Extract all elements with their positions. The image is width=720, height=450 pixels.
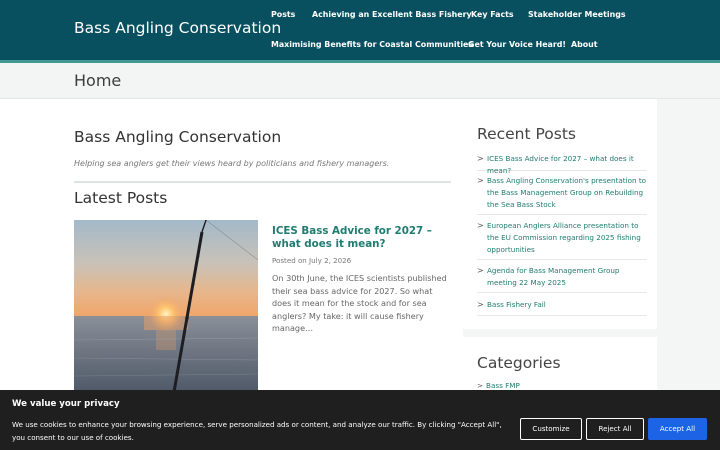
nav-stakeholder-meetings[interactable]: Stakeholder Meetings — [528, 10, 626, 19]
recent-post-item[interactable]: > Agenda for Bass Management Group meeti… — [477, 265, 647, 293]
nav-key-facts[interactable]: Key Facts — [471, 10, 514, 19]
cookie-consent-banner: We value your privacy We use cookies to … — [0, 390, 720, 450]
category-item[interactable]: > Bass FMP — [477, 381, 520, 390]
chevron-right-icon: > — [477, 266, 484, 275]
cookie-text: We use cookies to enhance your browsing … — [12, 420, 502, 442]
tagline: Helping sea anglers get their views hear… — [74, 159, 390, 168]
nav-coastal-communities[interactable]: Maximising Benefits for Coastal Communit… — [271, 40, 473, 49]
divider — [74, 181, 451, 183]
categories-title: Categories — [477, 354, 561, 372]
post-title[interactable]: ICES Bass Advice for 2027 – what does it… — [272, 225, 452, 251]
customize-button[interactable]: Customize — [520, 418, 582, 440]
page-title: Home — [74, 71, 122, 90]
site-title[interactable]: Bass Angling Conservation — [74, 19, 281, 37]
blog-title: Bass Angling Conservation — [74, 128, 282, 146]
latest-posts-heading: Latest Posts — [74, 189, 168, 207]
chevron-right-icon: > — [477, 176, 484, 185]
chevron-right-icon: > — [477, 221, 484, 230]
recent-post-item[interactable]: > ICES Bass Advice for 2027 – what does … — [477, 153, 647, 175]
recent-post-item[interactable]: > Bass Angling Conservation's presentati… — [477, 175, 647, 215]
chevron-right-icon: > — [477, 300, 484, 309]
sunset-fishing-rod-image — [74, 220, 258, 392]
nav-posts[interactable]: Posts — [271, 10, 295, 19]
cookie-title: We value your privacy — [12, 399, 120, 409]
accept-all-button[interactable]: Accept All — [648, 418, 707, 440]
recent-posts-title: Recent Posts — [477, 125, 577, 143]
recent-post-item[interactable]: > European Anglers Alliance presentation… — [477, 220, 647, 260]
post-featured-image[interactable] — [74, 220, 258, 392]
chevron-right-icon: > — [477, 381, 484, 390]
post-date: Posted on July 2, 2026 — [272, 256, 352, 265]
post-excerpt: On 30th June, the ICES scientists publis… — [272, 273, 447, 333]
nav-get-your-voice-heard[interactable]: Get Your Voice Heard! — [468, 40, 566, 49]
reject-all-button[interactable]: Reject All — [586, 418, 644, 440]
nav-about[interactable]: About — [571, 40, 598, 49]
chevron-right-icon: > — [477, 154, 484, 163]
page-title-band: Home — [0, 63, 720, 99]
nav-excellent-bass-fishery[interactable]: Achieving an Excellent Bass Fishery — [312, 10, 472, 19]
recent-post-item[interactable]: > Bass Fishery Fail — [477, 299, 647, 316]
